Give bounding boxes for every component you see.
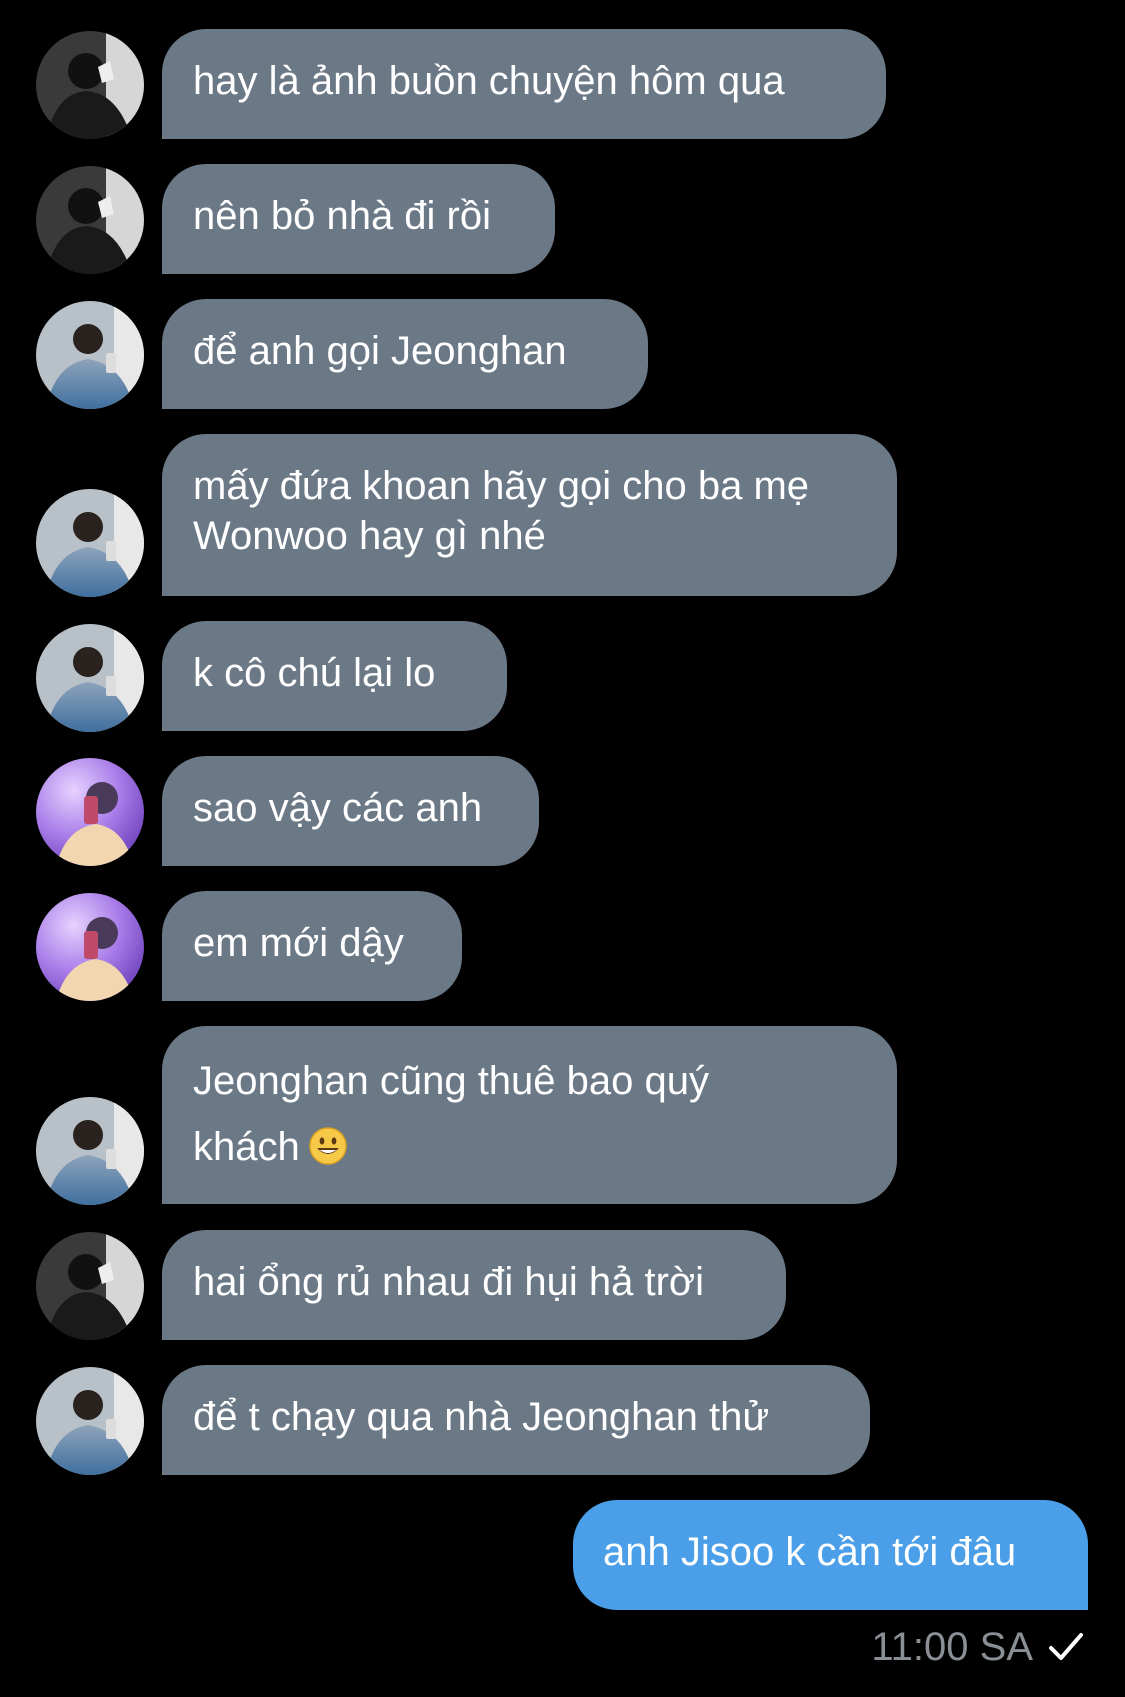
avatar-dark[interactable] (36, 166, 144, 274)
message-text: để t chạy qua nhà Jeonghan thử (193, 1395, 770, 1439)
avatar-denim-portrait (36, 624, 144, 732)
avatar-dark[interactable] (36, 31, 144, 139)
message-text: mấy đứa khoan hãy gọi cho ba mẹ Wonwoo h… (193, 464, 810, 558)
message-bubble[interactable]: sao vậy các anh (162, 756, 539, 866)
avatar-purple-portrait (36, 893, 144, 1001)
avatar-dark-portrait (36, 166, 144, 274)
message-bubble[interactable]: để anh gọi Jeonghan (162, 299, 648, 409)
message-bubble[interactable]: hai ổng rủ nhau đi hụi hả trời (162, 1230, 786, 1340)
message-bubble[interactable]: em mới dậy (162, 891, 462, 1001)
avatar-purple[interactable] (36, 893, 144, 1001)
message-text: hai ổng rủ nhau đi hụi hả trời (193, 1260, 705, 1304)
avatar-dark[interactable] (36, 1232, 144, 1340)
message-timestamp: 11:00 SA (871, 1624, 1033, 1669)
avatar-denim[interactable] (36, 1097, 144, 1205)
message-bubble[interactable]: mấy đứa khoan hãy gọi cho ba mẹ Wonwoo h… (162, 434, 897, 596)
avatar-denim[interactable] (36, 1367, 144, 1475)
message-bubble[interactable]: nên bỏ nhà đi rồi (162, 164, 555, 274)
outgoing-message-text: anh Jisoo k cần tới đâu (603, 1530, 1017, 1574)
message-text-content: Jeonghan cũng thuê bao quý khách (193, 1059, 709, 1169)
avatar-denim-portrait (36, 1367, 144, 1475)
avatar-denim-portrait (36, 489, 144, 597)
avatar-denim-portrait (36, 301, 144, 409)
avatar-dark-portrait (36, 1232, 144, 1340)
message-bubble[interactable]: Jeonghan cũng thuê bao quý khách (162, 1026, 897, 1204)
message-text: hay là ảnh buồn chuyện hôm qua (193, 59, 785, 103)
message-text: em mới dậy (193, 921, 404, 965)
avatar-denim[interactable] (36, 301, 144, 409)
message-meta: 11:00 SA (871, 1622, 1085, 1672)
single-check-icon (1049, 1633, 1083, 1660)
message-text: Jeonghan cũng thuê bao quý khách (193, 1048, 867, 1180)
avatar-dark-portrait (36, 31, 144, 139)
message-text: sao vậy các anh (193, 786, 483, 830)
avatar-denim[interactable] (36, 489, 144, 597)
outgoing-message-bubble[interactable]: anh Jisoo k cần tới đâu (573, 1500, 1088, 1610)
message-text: nên bỏ nhà đi rồi (193, 194, 492, 238)
message-text: k cô chú lại lo (193, 651, 436, 695)
message-text: để anh gọi Jeonghan (193, 329, 567, 373)
message-bubble[interactable]: để t chạy qua nhà Jeonghan thử (162, 1365, 870, 1475)
avatar-denim-portrait (36, 1097, 144, 1205)
message-bubble[interactable]: k cô chú lại lo (162, 621, 507, 731)
avatar-purple[interactable] (36, 758, 144, 866)
avatar-purple-portrait (36, 758, 144, 866)
avatar-denim[interactable] (36, 624, 144, 732)
smiley-face-emoji-icon (309, 1127, 347, 1166)
message-bubble[interactable]: hay là ảnh buồn chuyện hôm qua (162, 29, 886, 139)
